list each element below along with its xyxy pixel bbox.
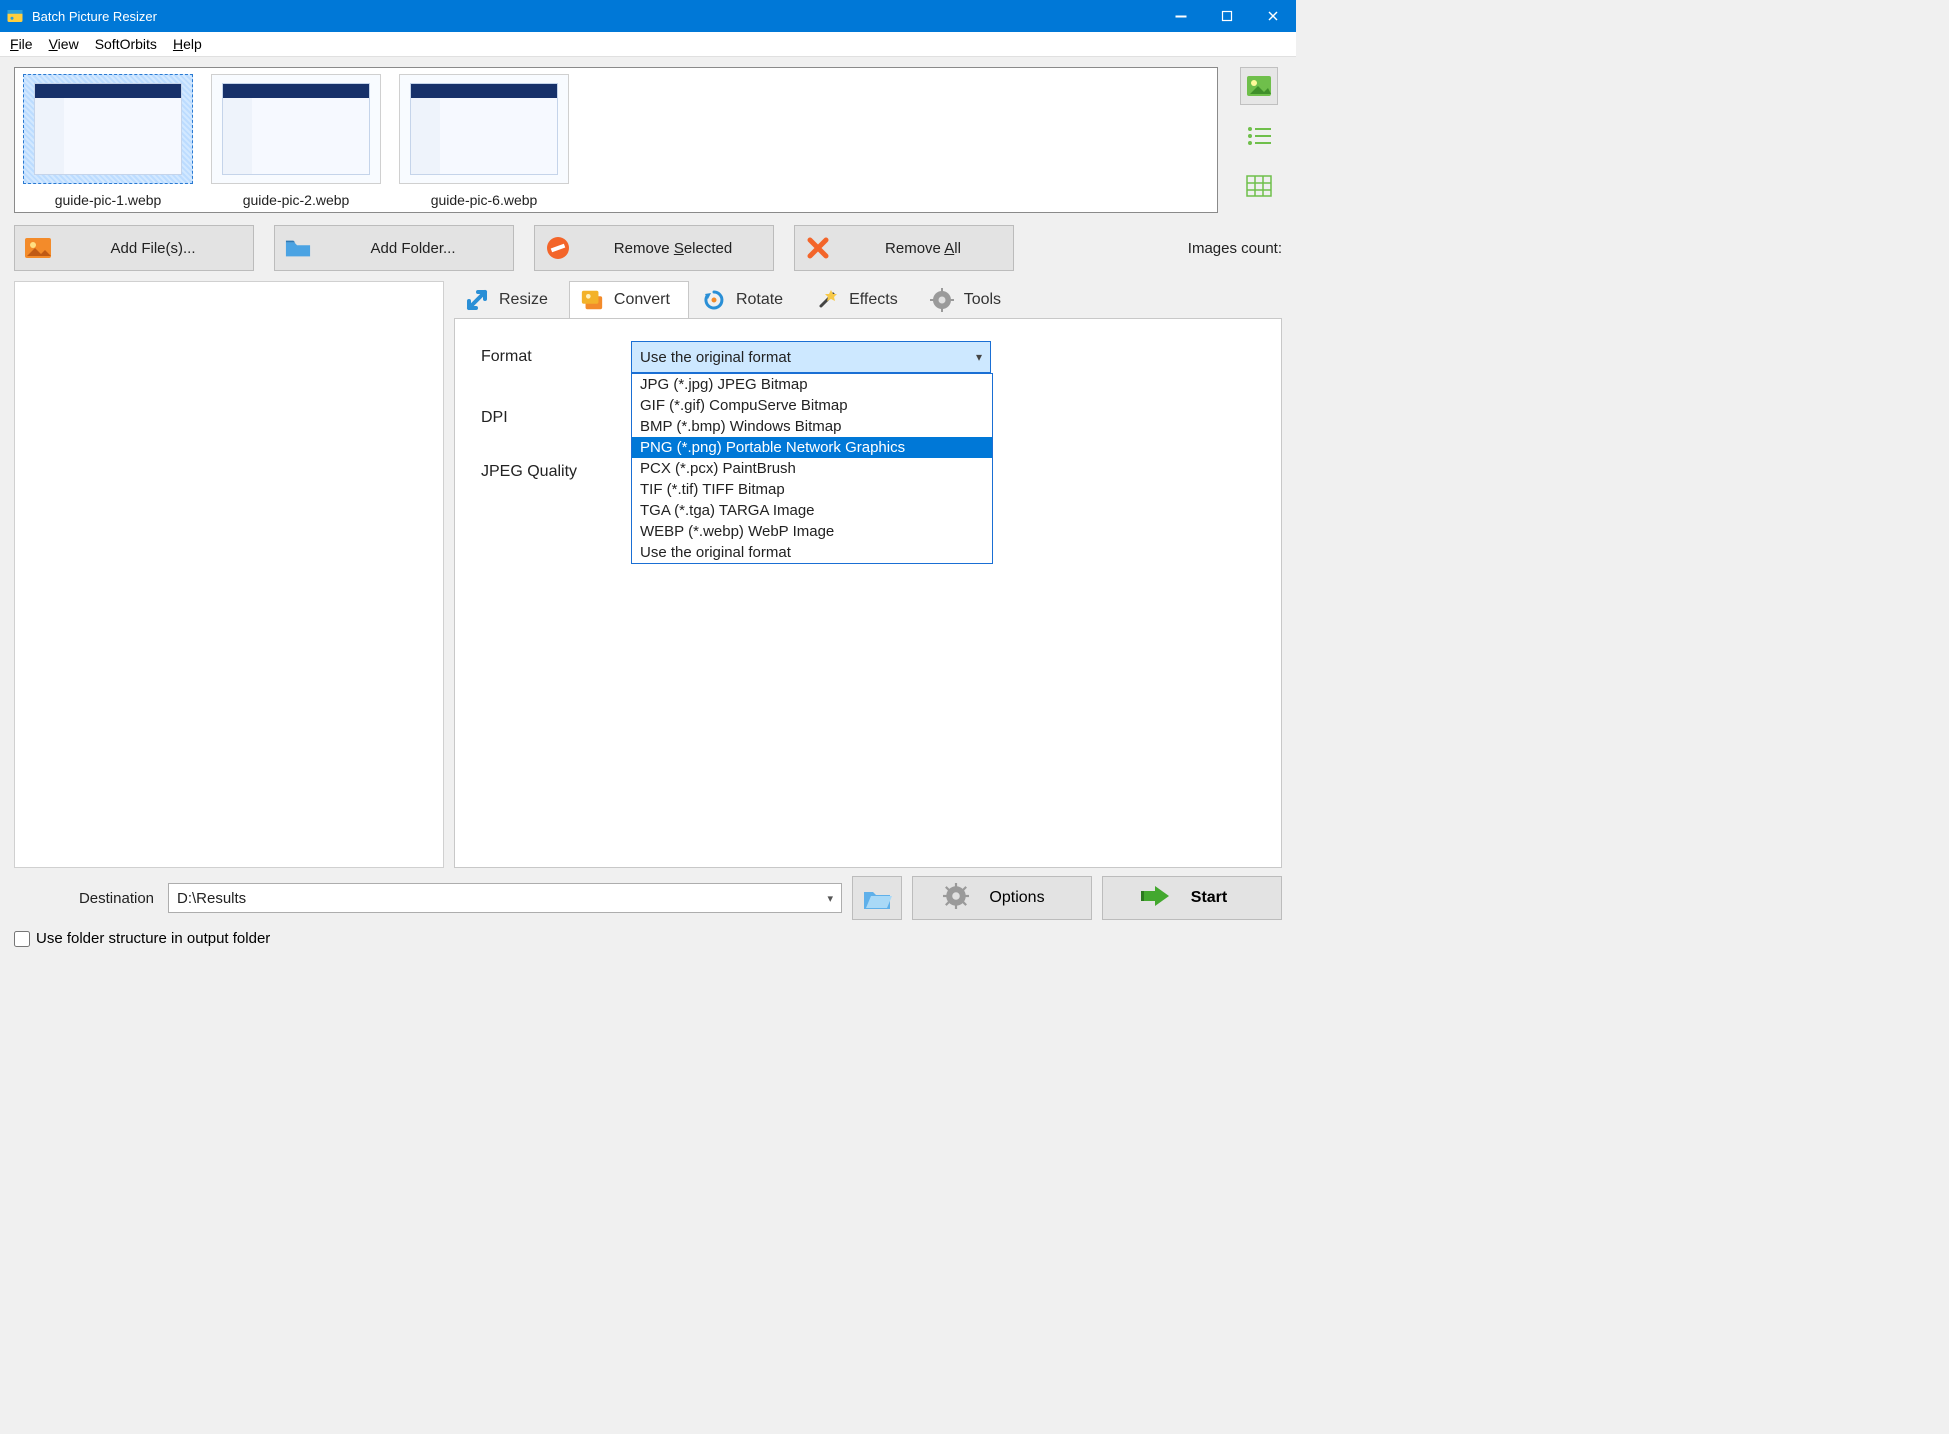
window-title: Batch Picture Resizer [32,9,1158,24]
image-icon [25,237,51,259]
images-count-label: Images count: [1188,240,1282,257]
format-option-png[interactable]: PNG (*.png) Portable Network Graphics [632,437,992,458]
tab-rotate-label: Rotate [736,291,783,309]
thumb-label-2: guide-pic-2.webp [211,192,381,208]
tab-tools-label: Tools [964,291,1001,309]
remove-selected-button[interactable]: Remove Selected [534,225,774,271]
thumb-item-2[interactable]: guide-pic-2.webp [211,74,381,208]
tab-tools[interactable]: Tools [919,281,1020,319]
dpi-label: DPI [481,409,631,427]
title-bar: Batch Picture Resizer [0,0,1296,32]
preview-panel [14,281,444,868]
tab-convert[interactable]: Convert [569,281,689,319]
use-folder-structure-checkbox[interactable] [14,931,30,947]
format-option-orig[interactable]: Use the original format [632,542,992,563]
thumb-item-1[interactable]: guide-pic-1.webp [23,74,193,208]
tab-resize-label: Resize [499,291,548,309]
resize-icon [465,288,489,312]
format-option-webp[interactable]: WEBP (*.webp) WebP Image [632,521,992,542]
format-select[interactable]: Use the original format ▾ JPG (*.jpg) JP… [631,341,991,373]
thumb-label-3: guide-pic-6.webp [399,192,569,208]
chevron-down-icon: ▾ [827,892,833,905]
tab-effects[interactable]: Effects [804,281,917,319]
format-option-gif[interactable]: GIF (*.gif) CompuServe Bitmap [632,395,992,416]
destination-label: Destination [44,890,154,907]
tab-effects-label: Effects [849,291,898,309]
add-files-button[interactable]: Add File(s)... [14,225,254,271]
remove-all-icon [805,237,831,259]
menu-view[interactable]: View [49,36,79,52]
start-icon [1141,884,1171,913]
app-icon [6,7,24,25]
browse-destination-button[interactable] [852,876,902,920]
remove-icon [545,237,571,259]
tab-rotate[interactable]: Rotate [691,281,802,319]
format-option-tga[interactable]: TGA (*.tga) TARGA Image [632,500,992,521]
thumb-label-1: guide-pic-1.webp [23,192,193,208]
thumb-image-3 [399,74,569,184]
menu-bar: File View SoftOrbits Help [0,32,1296,57]
remove-selected-label: Remove Selected [587,240,759,257]
format-dropdown: JPG (*.jpg) JPEG Bitmap GIF (*.gif) Comp… [631,373,993,564]
tools-icon [930,288,954,312]
tab-convert-label: Convert [614,291,670,309]
menu-file[interactable]: File [10,36,33,52]
options-label: Options [989,889,1044,907]
add-files-label: Add File(s)... [67,240,239,257]
folder-icon [285,237,311,259]
options-button[interactable]: Options [912,876,1092,920]
thumb-image-1 [23,74,193,184]
menu-help[interactable]: Help [173,36,202,52]
tab-resize[interactable]: Resize [454,281,567,319]
format-option-bmp[interactable]: BMP (*.bmp) Windows Bitmap [632,416,992,437]
effects-icon [815,288,839,312]
destination-value: D:\Results [177,890,246,907]
start-label: Start [1191,889,1227,907]
thumbnail-strip: guide-pic-1.webp guide-pic-2.webp guide-… [14,67,1218,213]
add-folder-button[interactable]: Add Folder... [274,225,514,271]
folder-open-icon [862,886,892,910]
start-button[interactable]: Start [1102,876,1282,920]
format-selected-value: Use the original format [640,349,791,366]
format-option-pcx[interactable]: PCX (*.pcx) PaintBrush [632,458,992,479]
thumb-image-2 [211,74,381,184]
remove-all-button[interactable]: Remove All [794,225,1014,271]
view-thumbnails-button[interactable] [1240,67,1278,105]
format-option-tif[interactable]: TIF (*.tif) TIFF Bitmap [632,479,992,500]
convert-panel: Format Use the original format ▾ JPG (*.… [454,318,1282,868]
maximize-button[interactable] [1204,0,1250,32]
close-button[interactable] [1250,0,1296,32]
tabs: Resize Convert Rotate Effects Tools [454,281,1282,319]
gear-icon [943,883,969,914]
remove-all-label: Remove All [847,240,999,257]
thumb-item-3[interactable]: guide-pic-6.webp [399,74,569,208]
menu-softorbits[interactable]: SoftOrbits [95,36,157,52]
add-folder-label: Add Folder... [327,240,499,257]
view-grid-button[interactable] [1240,167,1278,205]
format-option-jpg[interactable]: JPG (*.jpg) JPEG Bitmap [632,374,992,395]
use-folder-structure-label: Use folder structure in output folder [36,930,270,947]
format-label: Format [481,348,631,366]
view-list-button[interactable] [1240,117,1278,155]
convert-icon [580,288,604,312]
rotate-icon [702,288,726,312]
destination-combo[interactable]: D:\Results ▾ [168,883,842,913]
jpeg-quality-label: JPEG Quality [481,463,631,481]
chevron-down-icon: ▾ [976,350,982,364]
minimize-button[interactable] [1158,0,1204,32]
